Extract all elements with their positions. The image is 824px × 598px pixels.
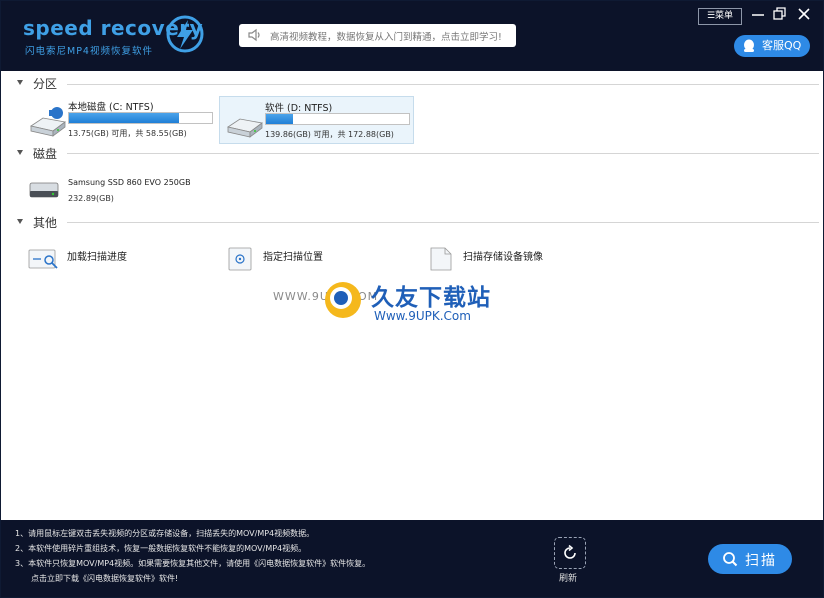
- refresh-button[interactable]: [554, 537, 586, 569]
- partition-name: 软件 (D: NTFS): [265, 103, 333, 114]
- collapse-arrow-icon: [17, 80, 23, 85]
- download-link[interactable]: 点击立即下载《闪电数据恢复软件》软件!: [31, 573, 178, 584]
- partition-size: 13.75(GB) 可用，共 58.55(GB): [68, 129, 187, 138]
- usage-bar: [265, 113, 410, 125]
- collapse-arrow-icon: [17, 219, 23, 224]
- restore-icon[interactable]: [771, 5, 789, 23]
- disk-size: 232.89(GB): [68, 194, 114, 203]
- section-label: 其他: [33, 216, 58, 230]
- collapse-arrow-icon: [17, 150, 23, 155]
- load-scan-progress-item[interactable]: 加载扫描进度: [23, 244, 213, 274]
- search-icon: [723, 552, 738, 567]
- watermark-logo-icon: [325, 282, 361, 318]
- qq-support-button[interactable]: 客服QQ: [734, 35, 810, 57]
- minimize-icon[interactable]: [749, 5, 767, 23]
- disk-item[interactable]: Samsung SSD 860 EVO 250GB 232.89(GB): [23, 173, 233, 209]
- usage-bar: [68, 112, 213, 124]
- section-label: 磁盘: [33, 147, 58, 161]
- watermark: WWW.9UPK.COM 久友下载站 Www.9UPK.Com: [271, 274, 511, 334]
- other-label: 加载扫描进度: [67, 252, 127, 263]
- drive-icon: [227, 118, 263, 138]
- bottom-bar: 1、请用鼠标左键双击丢失视频的分区或存储设备，扫描丢失的MOV/MP4视频数据。…: [1, 520, 823, 597]
- speaker-icon: [248, 28, 260, 42]
- image-file-icon: [430, 247, 452, 271]
- scan-button[interactable]: 扫描: [708, 544, 792, 574]
- notice-banner[interactable]: 高清视频教程，数据恢复从入门到精通，点击立即学习!: [239, 24, 516, 47]
- tip-line: 3、本软件只恢复MOV/MP4视频。如果需要恢复其他文件，请使用《闪电数据恢复软…: [15, 559, 371, 568]
- close-icon[interactable]: [795, 5, 813, 23]
- menu-label: 菜单: [715, 11, 734, 21]
- scan-device-image-item[interactable]: 扫描存储设备镜像: [419, 244, 619, 274]
- drive-icon: [30, 107, 66, 137]
- target-location-icon: [228, 247, 252, 271]
- other-label: 扫描存储设备镜像: [463, 252, 543, 263]
- app-window: speed recovery 闪电索尼MP4视频恢复软件 高清视频教程，数据恢复…: [0, 0, 824, 598]
- partition-size: 139.86(GB) 可用，共 172.88(GB): [265, 130, 394, 139]
- menu-button[interactable]: ☰菜单: [698, 8, 742, 25]
- divider: [67, 153, 819, 154]
- watermark-title: 久友下载站: [371, 285, 491, 311]
- qq-label: 客服QQ: [762, 39, 802, 52]
- logo-subtitle: 闪电索尼MP4视频恢复软件: [25, 46, 153, 57]
- tip-line: 2、本软件使用碎片重组技术，恢复一般数据恢复软件不能恢复的MOV/MP4视频。: [15, 544, 307, 553]
- partition-name: 本地磁盘 (C: NTFS): [68, 102, 154, 113]
- partition-item[interactable]: 软件 (D: NTFS) 139.86(GB) 可用，共 172.88(GB): [219, 96, 414, 144]
- watermark-url: Www.9UPK.Com: [374, 309, 471, 323]
- tip-line: 1、请用鼠标左键双击丢失视频的分区或存储设备，扫描丢失的MOV/MP4视频数据。: [15, 529, 315, 538]
- partition-item[interactable]: 本地磁盘 (C: NTFS) 13.75(GB) 可用，共 58.55(GB): [23, 96, 217, 142]
- qq-icon: [744, 39, 754, 52]
- scan-label: 扫描: [745, 553, 777, 569]
- section-label: 分区: [33, 77, 58, 91]
- other-label: 指定扫描位置: [263, 252, 323, 263]
- lightning-logo-icon: [166, 15, 204, 53]
- load-scan-icon: [28, 249, 58, 269]
- divider: [67, 222, 819, 223]
- refresh-label: 刷新: [559, 574, 578, 584]
- specify-scan-location-item[interactable]: 指定扫描位置: [219, 244, 409, 274]
- disk-name: Samsung SSD 860 EVO 250GB: [68, 178, 191, 187]
- notice-text: 高清视频教程，数据恢复从入门到精通，点击立即学习!: [270, 32, 502, 43]
- usage-bar-fill: [266, 114, 294, 124]
- menu-icon: ☰: [706, 11, 716, 21]
- hard-disk-icon: [29, 182, 59, 198]
- title-bar: speed recovery 闪电索尼MP4视频恢复软件 高清视频教程，数据恢复…: [1, 1, 823, 71]
- refresh-icon: [564, 544, 576, 559]
- usage-bar-fill: [69, 113, 180, 123]
- divider: [67, 84, 819, 85]
